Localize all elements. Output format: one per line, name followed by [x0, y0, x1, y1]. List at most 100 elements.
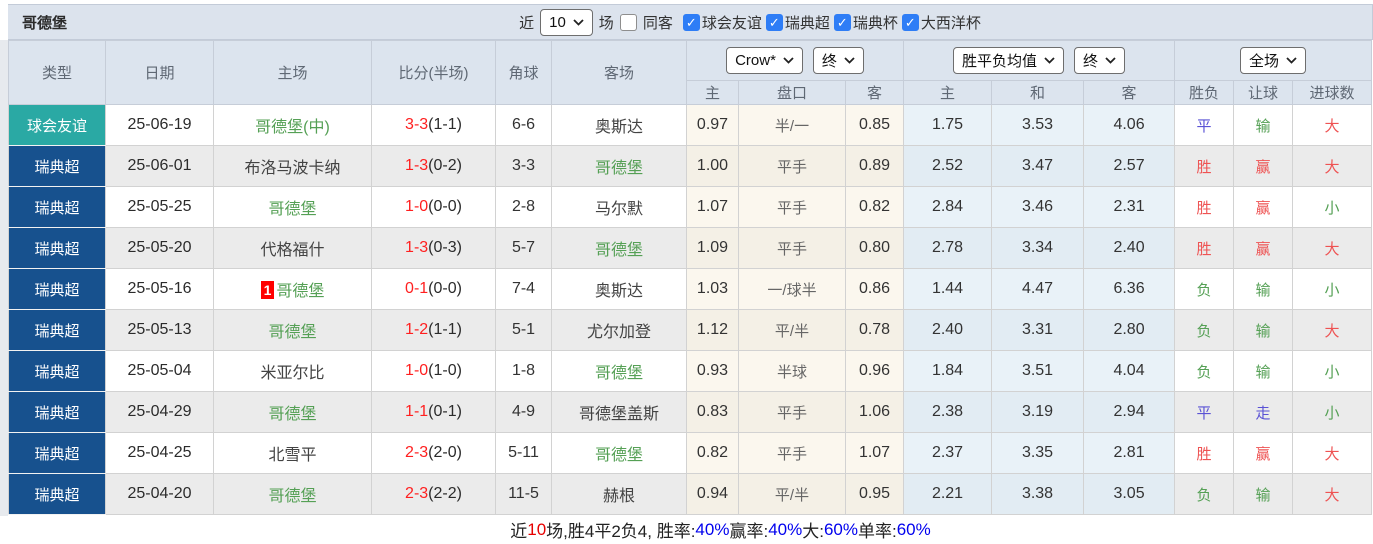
result-text: 负 [1196, 363, 1212, 381]
away-team-cell: 赫根 [551, 473, 687, 515]
chevron-down-icon [573, 18, 584, 26]
half-time-score: (2-2) [428, 485, 462, 502]
away-team-cell: 哥德堡盖斯 [551, 391, 687, 433]
result-outcome-cell: 平 [1174, 104, 1235, 146]
avg-home-cell: 2.52 [903, 145, 993, 187]
recent-count-select[interactable]: 10 [540, 8, 593, 36]
filter-label: 球会友谊 [701, 14, 762, 32]
near-label: 近 [519, 14, 535, 32]
home-team-name[interactable]: 哥德堡 [268, 201, 316, 218]
league-type-cell: 瑞典超 [8, 227, 106, 269]
away-team-name[interactable]: 哥德堡 [595, 242, 643, 259]
odds-handicap-cell: 平手 [738, 145, 846, 187]
avg-home-cell: 2.84 [903, 186, 993, 228]
away-team-cell: 奥斯达 [551, 268, 687, 310]
league-type-cell: 瑞典超 [8, 350, 106, 392]
home-team-name[interactable]: 哥德堡 [268, 488, 316, 505]
league-type-cell: 瑞典超 [8, 391, 106, 433]
odds-time-select-value: 终 [821, 53, 837, 70]
home-team-name[interactable]: 哥德堡 [268, 324, 316, 341]
full-time-score: 1-3 [405, 157, 429, 174]
half-time-score: (0-1) [428, 403, 462, 420]
same-away-checkbox[interactable] [619, 13, 637, 31]
odds-handicap-cell: 平手 [738, 227, 846, 269]
away-team-name[interactable]: 哥德堡盖斯 [579, 406, 659, 423]
summary-segment: 单率: [857, 522, 897, 541]
away-team-name[interactable]: 奥斯达 [595, 119, 643, 136]
away-team-cell: 奥斯达 [551, 104, 687, 146]
league-type-cell: 瑞典超 [8, 473, 106, 515]
corner-cell: 5-7 [495, 227, 552, 269]
matches-table: 类型 日期 主场 比分(半场) 角球 客场 Crow* 终 胜平负均值 终 全场… [8, 40, 1373, 515]
result-handicap-cell: 输 [1233, 268, 1294, 310]
away-team-name[interactable]: 尤尔加登 [587, 324, 651, 341]
result-outcome-cell: 负 [1174, 350, 1235, 392]
filter-checkbox[interactable] [833, 13, 851, 31]
filter-checkbox[interactable] [682, 13, 700, 31]
avg-time-select[interactable]: 终 [1074, 47, 1126, 74]
away-team-cell: 哥德堡 [551, 350, 687, 392]
filter-checkbox[interactable] [765, 13, 783, 31]
home-team-cell: 哥德堡(中) [213, 104, 372, 146]
result-text: 输 [1255, 486, 1271, 504]
home-team-name[interactable]: 哥德堡 [276, 283, 324, 300]
league-filters: 球会友谊 瑞典超 瑞典杯 大西洋杯 [679, 12, 981, 33]
result-handicap-cell: 输 [1233, 350, 1294, 392]
result-goals-cell: 小 [1292, 186, 1373, 228]
date-cell: 25-05-20 [105, 227, 214, 269]
home-team-name[interactable]: 哥德堡 [268, 406, 316, 423]
sub-header-odds-home: 主 [686, 80, 739, 105]
result-handicap-cell: 赢 [1233, 227, 1294, 269]
full-time-score: 1-3 [405, 239, 429, 256]
odds-time-select[interactable]: 终 [812, 47, 864, 74]
odds-home-cell: 0.97 [686, 104, 739, 146]
score-cell: 1-1(0-1) [371, 391, 496, 433]
avg-type-select[interactable]: 胜平负均值 [953, 47, 1065, 74]
league-type-cell: 瑞典超 [8, 145, 106, 187]
date-cell: 25-06-19 [105, 104, 214, 146]
home-team-name[interactable]: 北雪平 [268, 447, 316, 464]
scope-select[interactable]: 全场 [1240, 47, 1307, 74]
match-row: 瑞典超 25-05-04 米亚尔比 1-0(1-0) 1-8 哥德堡 0.93 半球 0.96 1… [8, 350, 1373, 392]
result-text: 小 [1324, 404, 1340, 422]
home-team-name[interactable]: 布洛马波卡纳 [244, 160, 340, 177]
result-handicap-cell: 输 [1233, 104, 1294, 146]
bookmaker-select-value: Crow* [735, 52, 776, 69]
odds-away-cell: 0.85 [844, 104, 905, 146]
filter-checkbox[interactable] [901, 13, 919, 31]
chevron-down-icon [783, 57, 794, 64]
result-goals-cell: 大 [1292, 309, 1373, 351]
result-handicap-cell: 赢 [1233, 432, 1294, 474]
summary-footer: 近 10 场,胜4平2负4, 胜率: 40% 赢率: 40% 大: 60% 单率: 60% [8, 515, 1373, 544]
result-outcome-cell: 胜 [1174, 227, 1235, 269]
avg-draw-cell: 4.47 [991, 268, 1085, 310]
home-team-name[interactable]: 米亚尔比 [260, 365, 324, 382]
home-team-cell: 哥德堡 [213, 186, 372, 228]
away-team-name[interactable]: 哥德堡 [595, 447, 643, 464]
filter-item: 球会友谊 [682, 12, 762, 33]
match-row: 瑞典超 25-04-20 哥德堡 2-3(2-2) 11-5 赫根 0.94 平/半 0.95 2… [8, 473, 1373, 515]
recent-count-value: 10 [549, 13, 566, 31]
avg-home-cell: 1.84 [903, 350, 993, 392]
away-team-name[interactable]: 哥德堡 [595, 365, 643, 382]
sub-header-avg-away: 客 [1083, 80, 1176, 105]
corner-cell: 6-6 [495, 104, 552, 146]
away-team-name[interactable]: 马尔默 [595, 201, 643, 218]
date-cell: 25-05-04 [105, 350, 214, 392]
summary-segment: 60% [896, 519, 931, 539]
home-team-name[interactable]: 哥德堡(中) [255, 119, 330, 136]
summary-segment: 赢率: [729, 522, 769, 541]
date-cell: 25-05-16 [105, 268, 214, 310]
away-team-name[interactable]: 奥斯达 [595, 283, 643, 300]
result-text: 胜 [1196, 445, 1212, 463]
avg-away-cell: 4.06 [1083, 104, 1176, 146]
match-row: 球会友谊 25-06-19 哥德堡(中) 3-3(1-1) 6-6 奥斯达 0.97 半/一 0… [8, 104, 1373, 146]
games-label: 场 [598, 14, 614, 32]
same-away-label: 同客 [642, 14, 673, 32]
summary-segment: 场,胜4平2负4, 胜率: [546, 522, 696, 541]
away-team-name[interactable]: 赫根 [603, 488, 635, 505]
bookmaker-select[interactable]: Crow* [726, 47, 803, 74]
away-team-name[interactable]: 哥德堡 [595, 160, 643, 177]
home-team-name[interactable]: 代格福什 [260, 242, 324, 259]
match-row: 瑞典超 25-05-25 哥德堡 1-0(0-0) 2-8 马尔默 1.07 平手 0.82 2.… [8, 186, 1373, 228]
